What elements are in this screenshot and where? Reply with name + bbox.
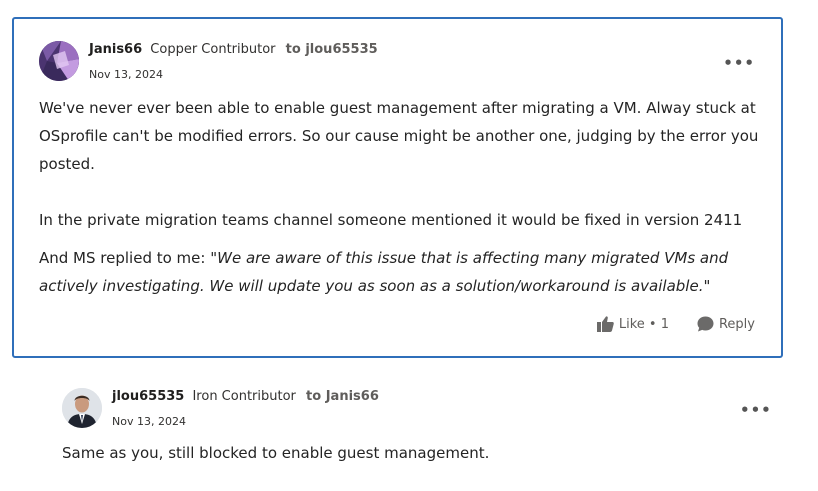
author-rank: Copper Contributor (150, 42, 276, 57)
author-rank: Iron Contributor (192, 389, 296, 404)
reply-bubble-icon (697, 316, 714, 332)
like-button[interactable]: Like • 1 (596, 316, 669, 332)
reply-to-link[interactable]: to Janis66 (306, 389, 379, 404)
post-date: Nov 13, 2024 (89, 68, 163, 81)
more-options-icon[interactable]: ••• (723, 54, 755, 72)
more-options-icon[interactable]: ••• (740, 401, 772, 419)
body-paragraph: In the private migration teams channel s… (39, 211, 743, 229)
author-line: Janis66 Copper Contributor to jlou65535 (89, 42, 378, 57)
message-actions: Like • 1 Reply (596, 316, 755, 332)
author-name[interactable]: jlou65535 (112, 389, 184, 404)
reply-button[interactable]: Reply (697, 316, 755, 332)
avatar[interactable] (39, 41, 79, 81)
like-count: Like • 1 (618, 316, 669, 332)
reply-label: Reply (718, 316, 755, 332)
reply-to-link[interactable]: to jlou65535 (286, 42, 378, 57)
message-body: We've never ever been able to enable gue… (39, 94, 759, 300)
body-paragraph: We've never ever been able to enable gue… (39, 99, 759, 173)
author-line: jlou65535 Iron Contributor to Janis66 (112, 389, 379, 404)
author-name[interactable]: Janis66 (89, 42, 142, 57)
post-date: Nov 13, 2024 (112, 415, 186, 428)
thumbs-up-icon (596, 316, 614, 332)
message-card-janis66: Janis66 Copper Contributor to jlou65535 … (12, 17, 783, 358)
message-body: Same as you, still blocked to enable gue… (62, 444, 490, 462)
avatar[interactable] (62, 388, 102, 428)
body-paragraph-quote: And MS replied to me: "We are aware of t… (39, 249, 729, 295)
